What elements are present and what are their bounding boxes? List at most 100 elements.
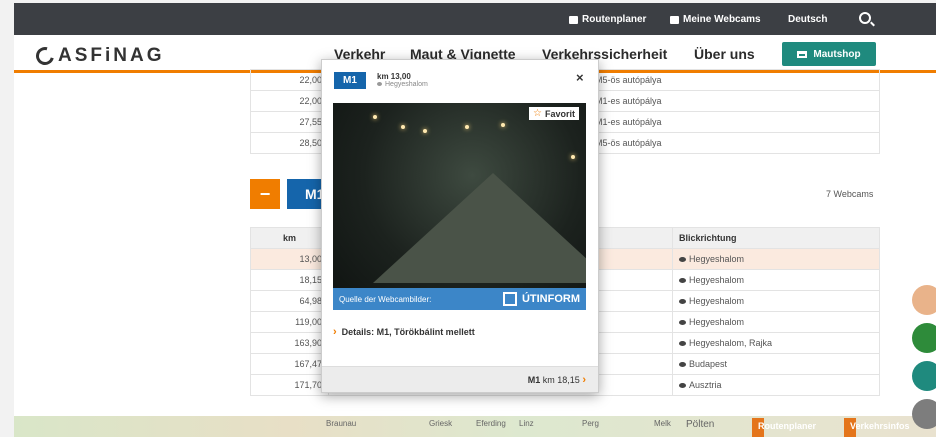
km-cell: 64,98	[250, 290, 329, 312]
light	[465, 125, 469, 129]
routenplaner-label: Routenplaner	[582, 14, 647, 25]
next-road: M1	[527, 375, 541, 385]
webcam-image[interactable]: ☆ Favorit Quelle der Webcambilder: ÚTINF…	[333, 103, 586, 310]
km-header: km	[250, 227, 329, 249]
map-place-label: Pölten	[686, 419, 715, 430]
km-cell: 28,50	[250, 132, 329, 154]
direction-cell: Hegyeshalom	[672, 311, 880, 333]
top-bar: Routenplaner Meine Webcams Deutsch	[14, 3, 936, 35]
phone-fab[interactable]	[912, 323, 936, 353]
popup-direction: Hegyeshalom	[377, 81, 428, 88]
eye-icon	[679, 320, 686, 326]
webcam-count: 7 Webcams	[826, 189, 874, 199]
popup-direction-label: Hegyeshalom	[385, 81, 428, 88]
direction-label: M5-ös autópálya	[595, 75, 662, 85]
next-km: km 18,15	[542, 375, 580, 385]
chat-fab[interactable]	[912, 285, 936, 315]
eye-icon	[679, 383, 686, 389]
light	[501, 123, 505, 127]
direction-label: Hegyeshalom, Rajka	[689, 338, 773, 348]
mautshop-button[interactable]: Mautshop	[782, 42, 876, 66]
direction-cell: Ausztria	[672, 374, 880, 396]
popup-footer: M1 km 18,15 ›	[322, 366, 598, 392]
popup-km: km 13,00	[377, 72, 411, 81]
collapse-button[interactable]: −	[250, 179, 280, 209]
chevron-right-icon: ›	[333, 326, 337, 338]
direction-header: Blickrichtung	[672, 227, 880, 249]
direction-label: M1-es autópálya	[595, 117, 662, 127]
direction-cell: Budapest	[672, 353, 880, 375]
favorite-label: Favorit	[544, 108, 575, 119]
light	[373, 115, 377, 119]
eye-icon	[679, 299, 686, 305]
cart-fab[interactable]	[912, 361, 936, 391]
map-icon	[569, 15, 578, 24]
map-place-label: Linz	[519, 419, 534, 428]
eye-icon	[679, 278, 686, 284]
language-select[interactable]: Deutsch	[788, 14, 827, 25]
logo-text: ASFiNAG	[58, 45, 165, 66]
map-strip[interactable]: Braunau Griesk Eferding Linz Perg Melk P…	[14, 416, 936, 437]
km-cell: 27,55	[250, 111, 329, 133]
routenplaner-link[interactable]: Routenplaner	[569, 14, 646, 25]
language-label: Deutsch	[788, 14, 828, 25]
road-shape	[373, 173, 586, 283]
km-cell: 22,00	[250, 69, 329, 91]
map-place-label: Perg	[582, 419, 599, 428]
direction-label: Budapest	[689, 359, 728, 369]
webcam-popup: M1 km 13,00 Hegyeshalom × ☆ Favorit Quel…	[321, 59, 599, 393]
popup-road-badge: M1	[334, 72, 366, 89]
direction-cell: M5-ös autópálya	[578, 132, 880, 154]
map-verkehrsinfo-button[interactable]: Verkehrsinfos	[844, 418, 910, 437]
nav-ueber-uns[interactable]: Über uns	[694, 46, 755, 62]
direction-cell: M1-es autópálya	[578, 90, 880, 112]
direction-cell: M5-ös autópálya	[578, 69, 880, 91]
search-icon[interactable]	[859, 12, 871, 24]
map-place-label: Melk	[654, 419, 671, 428]
km-cell: 167,47	[250, 353, 329, 375]
direction-cell: Hegyeshalom	[672, 290, 880, 312]
light	[401, 125, 405, 129]
asfinag-logo[interactable]: ASFiNAG	[32, 43, 165, 69]
direction-label: Ausztria	[689, 380, 722, 390]
direction-label: M5-ös autópálya	[595, 138, 662, 148]
direction-cell: M1-es autópálya	[578, 111, 880, 133]
eye-icon	[679, 362, 686, 368]
eye-icon	[679, 257, 686, 263]
light	[423, 129, 427, 133]
camera-icon	[670, 15, 679, 24]
map-routenplaner-button[interactable]: Routenplaner	[752, 418, 816, 437]
map-place-label: Braunau	[326, 419, 357, 428]
utinform-text: ÚTINFORM	[521, 293, 580, 305]
utinform-mark-icon	[502, 292, 517, 306]
close-icon[interactable]: ×	[576, 70, 584, 85]
next-webcam-link[interactable]: M1 km 18,15 ›	[528, 374, 586, 386]
chevron-right-icon: ›	[582, 374, 586, 386]
favorite-button[interactable]: ☆ Favorit	[529, 107, 579, 120]
details-link[interactable]: › Details: M1, Törökbálint mellett	[333, 326, 475, 338]
logo-mark-icon	[32, 43, 58, 69]
source-label: Quelle der Webcambilder:	[339, 294, 432, 304]
mautshop-label: Mautshop	[813, 48, 861, 60]
utinform-logo[interactable]: ÚTINFORM	[502, 292, 580, 306]
webcams-link[interactable]: Meine Webcams	[670, 14, 761, 25]
source-bar: Quelle der Webcambilder: ÚTINFORM	[333, 288, 586, 310]
details-label: Details: M1, Törökbálint mellett	[341, 327, 475, 337]
km-cell: 119,00	[250, 311, 329, 333]
map-routenplaner-label: Routenplaner	[758, 421, 817, 431]
km-cell: 163,90	[250, 332, 329, 354]
km-cell: 18,15	[250, 269, 329, 291]
eye-icon	[377, 82, 382, 87]
eye-icon	[679, 341, 686, 347]
km-cell: 22,00	[250, 90, 329, 112]
scroll-top-fab[interactable]	[912, 399, 936, 429]
webcams-label: Meine Webcams	[683, 14, 761, 25]
light	[571, 155, 575, 159]
map-verkehrsinfo-label: Verkehrsinfos	[850, 421, 910, 431]
map-place-label: Griesk	[429, 419, 453, 428]
direction-label: M1-es autópálya	[595, 96, 662, 106]
km-cell: 13,00	[250, 248, 329, 270]
direction-label: Hegyeshalom	[689, 275, 745, 285]
direction-cell: Hegyeshalom	[672, 248, 880, 270]
star-icon: ☆	[533, 108, 542, 119]
